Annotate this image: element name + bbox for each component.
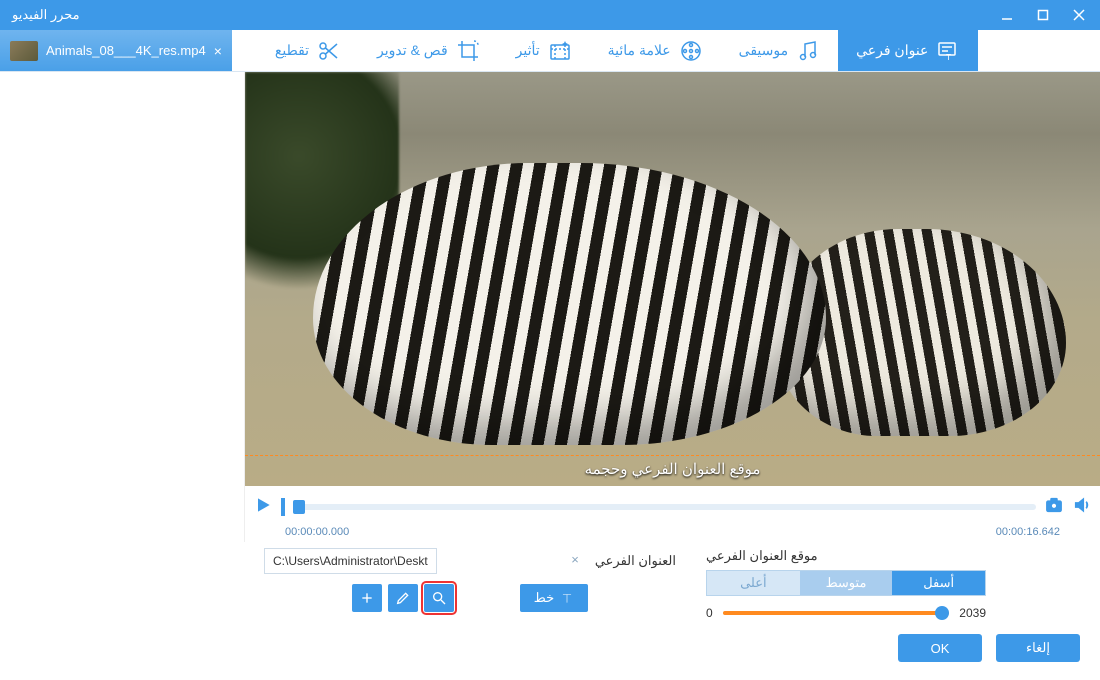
slider-min: 0 bbox=[706, 606, 713, 620]
svg-text:T: T bbox=[947, 53, 952, 62]
edit-subtitle-button[interactable] bbox=[388, 584, 418, 612]
tool-effect[interactable]: تأثير bbox=[498, 30, 590, 71]
window-title: محرر الفيديو bbox=[12, 7, 80, 23]
video-frame bbox=[245, 72, 1100, 486]
subtitle-icon: T bbox=[936, 39, 960, 63]
time-display: 00:00:00.000 00:00:16.642 bbox=[245, 526, 1100, 542]
text-icon bbox=[560, 591, 574, 605]
effect-icon bbox=[548, 39, 572, 63]
clear-path-icon[interactable]: × bbox=[571, 552, 579, 567]
file-name: Animals_08___4K_res.mp4 bbox=[46, 43, 206, 58]
slider-thumb[interactable] bbox=[935, 606, 949, 620]
position-segmented: أسفل متوسط أعلى bbox=[706, 570, 986, 596]
music-note-icon bbox=[796, 39, 820, 63]
subtitle-label: العنوان الفرعي bbox=[595, 553, 676, 569]
tab-bar: Animals_08___4K_res.mp4 × تقطيع قص & تدو… bbox=[0, 30, 1100, 72]
add-subtitle-button[interactable] bbox=[352, 584, 382, 612]
search-subtitle-button[interactable] bbox=[424, 584, 454, 612]
position-middle[interactable]: متوسط bbox=[800, 571, 893, 595]
playback-bar bbox=[245, 488, 1100, 526]
title-bar: محرر الفيديو bbox=[0, 0, 1100, 30]
play-button[interactable] bbox=[253, 495, 273, 520]
window-controls bbox=[990, 3, 1096, 27]
time-total: 00:00:16.642 bbox=[996, 526, 1060, 538]
preview-area: موقع العنوان الفرعي وحجمه 00:00:00.000 0… bbox=[245, 72, 1100, 542]
position-slider[interactable] bbox=[723, 611, 950, 615]
seek-track[interactable] bbox=[293, 504, 1036, 510]
position-label: موقع العنوان الفرعي bbox=[706, 548, 1086, 564]
frame-step-icon[interactable] bbox=[281, 498, 285, 516]
crop-rotate-icon bbox=[456, 39, 480, 63]
footer: OK إلغاء bbox=[0, 620, 1100, 676]
scissors-icon bbox=[317, 39, 341, 63]
main-area: موقع العنوان الفرعي وحجمه 00:00:00.000 0… bbox=[0, 72, 1100, 542]
sidebar bbox=[0, 72, 245, 542]
seek-thumb[interactable] bbox=[293, 500, 305, 514]
tool-crop[interactable]: قص & تدوير bbox=[359, 30, 498, 71]
volume-button[interactable] bbox=[1072, 495, 1092, 520]
snapshot-button[interactable] bbox=[1044, 495, 1064, 520]
position-top[interactable]: أعلى bbox=[707, 571, 800, 595]
subtitle-file-panel: العنوان الفرعي × خط bbox=[14, 548, 676, 620]
subtitle-preview-text: موقع العنوان الفرعي وحجمه bbox=[245, 460, 1100, 478]
tool-subtitle[interactable]: T عنوان فرعي bbox=[838, 30, 978, 71]
slider-max: 2039 bbox=[959, 606, 986, 620]
tool-watermark[interactable]: علامة مائية bbox=[590, 30, 721, 71]
position-bottom[interactable]: أسفل bbox=[892, 571, 985, 595]
close-button[interactable] bbox=[1062, 3, 1096, 27]
video-preview: موقع العنوان الفرعي وحجمه bbox=[245, 72, 1100, 486]
tool-trim[interactable]: تقطيع bbox=[257, 30, 359, 71]
subtitle-path-input[interactable] bbox=[264, 548, 437, 574]
position-slider-row: 0 2039 bbox=[706, 606, 986, 620]
file-tab[interactable]: Animals_08___4K_res.mp4 × bbox=[0, 30, 232, 71]
subtitle-position-panel: موقع العنوان الفرعي أسفل متوسط أعلى 0 20… bbox=[706, 548, 1086, 620]
film-reel-icon bbox=[679, 39, 703, 63]
bottom-panel: العنوان الفرعي × خط موقع العنوان الفرعي … bbox=[0, 542, 1100, 620]
minimize-button[interactable] bbox=[990, 3, 1024, 27]
subtitle-guideline[interactable] bbox=[245, 455, 1100, 456]
maximize-button[interactable] bbox=[1026, 3, 1060, 27]
tool-tabs: تقطيع قص & تدوير تأثير علامة مائية موسيق… bbox=[232, 30, 1100, 71]
file-tab-close-icon[interactable]: × bbox=[214, 43, 222, 59]
font-button[interactable]: خط bbox=[520, 584, 588, 612]
time-current: 00:00:00.000 bbox=[285, 526, 349, 538]
cancel-button[interactable]: إلغاء bbox=[996, 634, 1080, 662]
tool-music[interactable]: موسيقى bbox=[721, 30, 838, 71]
file-thumb bbox=[10, 41, 38, 61]
ok-button[interactable]: OK bbox=[898, 634, 982, 662]
